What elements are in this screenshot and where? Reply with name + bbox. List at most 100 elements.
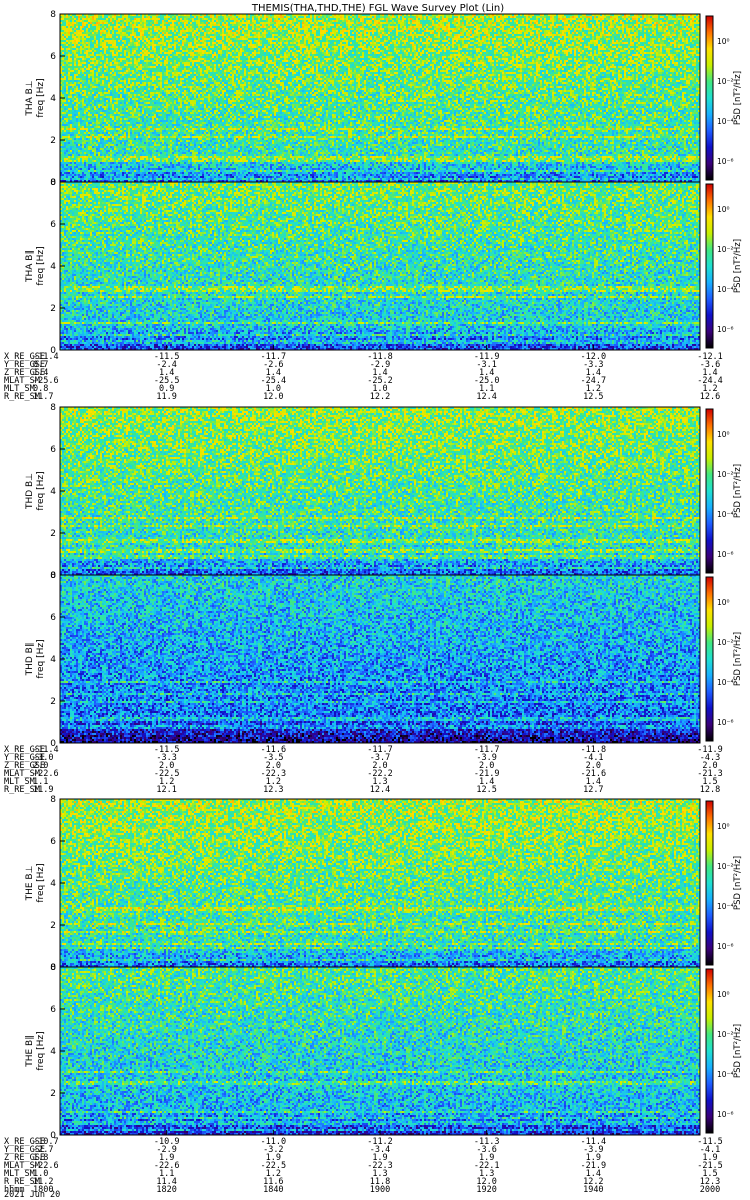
colorbar-tick-label: 10⁰ (717, 205, 730, 214)
colorbar-label: PSD [nT²/Hz] (733, 1024, 743, 1078)
y-tick-label: 8 (50, 10, 56, 20)
ephemeris-value: 12.2 (370, 392, 390, 402)
y-tick-label: 4 (50, 1047, 56, 1057)
y-tick-label: 2 (50, 921, 56, 931)
y-tick-label: 2 (50, 529, 56, 539)
spectrogram-panel: 02468THD B∥ freq [Hz]10⁰10⁻²10⁻⁴10⁻⁶PSD [… (25, 571, 743, 749)
spectrogram-canvas (60, 967, 700, 1135)
colorbar (705, 576, 714, 742)
colorbar-tick-label: 10⁻⁶ (717, 718, 734, 727)
panel-name: THE B∥ (25, 1035, 35, 1068)
ephemeris-value: 1940 (583, 1185, 603, 1195)
spectrogram-image (60, 967, 700, 1135)
colorbar-tick-label: 10⁻² (717, 245, 734, 254)
colorbar-tick-label: 10⁰ (717, 990, 730, 999)
y-tick-label: 8 (50, 571, 56, 581)
ephemeris-table: X_RE_GSE-11.4 -11.5 -11.6 -11.7 -11.7 -11.8 -1… (4, 738, 723, 795)
wave-survey-figure: THEMIS(THA,THD,THE) FGL Wave Survey Plot… (4, 3, 743, 1200)
spectrogram-canvas (60, 575, 700, 743)
ephemeris-value: 11.9 (33, 785, 53, 795)
colorbar-tick-label: 10⁻⁴ (717, 1070, 734, 1079)
spectrogram-canvas (60, 14, 700, 182)
panel-name: THD B⊥ (25, 473, 35, 510)
y-tick-label: 4 (50, 655, 56, 665)
ephemeris-value: 2000 (700, 1185, 720, 1195)
colorbar-tick-label: 10⁻² (717, 470, 734, 479)
ephemeris-value: 12.7 (583, 785, 603, 795)
y-tick-label: 4 (50, 879, 56, 889)
ephemeris-table: X_RE_GSE-10.7 -10.9 -11.0 -11.2 -11.3 -11.4 -1… (4, 1130, 723, 1195)
y-tick-label: 6 (50, 445, 56, 455)
colorbar-label: PSD [nT²/Hz] (733, 239, 743, 293)
date-label: 2021 Jun 20 (4, 1190, 60, 1200)
colorbar-tick-label: 10⁻⁴ (717, 285, 734, 294)
colorbar-label: PSD [nT²/Hz] (733, 632, 743, 686)
colorbar (705, 15, 714, 181)
spectrogram-image (60, 407, 700, 575)
colorbar-tick-label: 10⁻⁶ (717, 550, 734, 559)
colorbar-tick-label: 10⁻⁴ (717, 510, 734, 519)
y-tick-label: 4 (50, 487, 56, 497)
ephemeris-value: 1920 (476, 1185, 496, 1195)
y-tick-label: 8 (50, 795, 56, 805)
spectrogram-panel: 02468THA B⊥ freq [Hz]10⁰10⁻²10⁻⁴10⁻⁶PSD [… (25, 10, 743, 188)
probe-group-the: 02468THE B⊥ freq [Hz]10⁰10⁻²10⁻⁴10⁻⁶PSD [… (4, 795, 743, 1195)
panel-name: THE B⊥ (25, 865, 35, 901)
colorbar-tick-label: 10⁰ (717, 822, 730, 831)
ephemeris-value: 1900 (370, 1185, 390, 1195)
ephemeris-value: 12.8 (700, 785, 720, 795)
colorbar-tick-label: 10⁰ (717, 37, 730, 46)
spectrogram-panel: 02468THD B⊥ freq [Hz]10⁰10⁻²10⁻⁴10⁻⁶PSD [… (25, 403, 743, 581)
y-tick-label: 8 (50, 963, 56, 973)
y-axis-label: freq [Hz] (36, 471, 46, 510)
ephemeris-value: 12.1 (156, 785, 176, 795)
spectrogram-image (60, 799, 700, 967)
panel-name: THD B∥ (25, 643, 35, 677)
colorbar-tick-label: 10⁻⁶ (717, 157, 734, 166)
colorbar (705, 800, 714, 966)
ephemeris-value: 11.9 (156, 392, 176, 402)
y-axis-label: freq [Hz] (36, 639, 46, 678)
y-tick-label: 4 (50, 262, 56, 272)
spectrogram-canvas (60, 407, 700, 575)
ephemeris-value: 12.4 (476, 392, 496, 402)
spectrogram-panel: 02468THE B⊥ freq [Hz]10⁰10⁻²10⁻⁴10⁻⁶PSD [… (25, 795, 743, 973)
colorbar (705, 183, 714, 349)
colorbar-tick-label: 10⁻⁶ (717, 942, 734, 951)
y-axis-label: freq [Hz] (36, 78, 46, 117)
colorbar-tick-label: 10⁻⁴ (717, 678, 734, 687)
y-tick-label: 2 (50, 697, 56, 707)
colorbar (705, 968, 714, 1134)
ephemeris-value: 11.7 (33, 392, 53, 402)
ephemeris-value: 12.0 (263, 392, 283, 402)
y-tick-label: 6 (50, 613, 56, 623)
y-tick-label: 4 (50, 94, 56, 104)
ephemeris-table: X_RE_GSE-11.4 -11.5 -11.7 -11.8 -11.9 -12.0 -1… (4, 345, 723, 402)
panel-name: THA B∥ (25, 250, 35, 283)
y-tick-label: 2 (50, 304, 56, 314)
ephemeris-value: 1820 (156, 1185, 176, 1195)
ephemeris-value: 12.4 (370, 785, 390, 795)
spectrogram-image (60, 14, 700, 182)
spectrogram-image (60, 575, 700, 743)
spectrogram-image (60, 182, 700, 350)
colorbar (705, 408, 714, 574)
spectrogram-panel: 02468THE B∥ freq [Hz]10⁰10⁻²10⁻⁴10⁻⁶PSD [… (25, 963, 743, 1141)
ephemeris-value: 12.3 (263, 785, 283, 795)
ephemeris-value: 12.6 (700, 392, 720, 402)
colorbar-tick-label: 10⁻⁴ (717, 117, 734, 126)
spectrogram-panel: 02468THA B∥ freq [Hz]10⁰10⁻²10⁻⁴10⁻⁶PSD [… (25, 178, 743, 356)
y-tick-label: 2 (50, 136, 56, 146)
y-axis-label: freq [Hz] (36, 246, 46, 285)
y-tick-label: 6 (50, 837, 56, 847)
colorbar-tick-label: 10⁻⁶ (717, 325, 734, 334)
ephemeris-value: 12.5 (583, 392, 603, 402)
probe-group-tha: 02468THA B⊥ freq [Hz]10⁰10⁻²10⁻⁴10⁻⁶PSD [… (4, 10, 743, 402)
colorbar-tick-label: 10⁻² (717, 1030, 734, 1039)
colorbar-tick-label: 10⁰ (717, 598, 730, 607)
y-tick-label: 8 (50, 178, 56, 188)
y-tick-label: 2 (50, 1089, 56, 1099)
spectrogram-canvas (60, 799, 700, 967)
colorbar-tick-label: 10⁻² (717, 638, 734, 647)
y-tick-label: 8 (50, 403, 56, 413)
